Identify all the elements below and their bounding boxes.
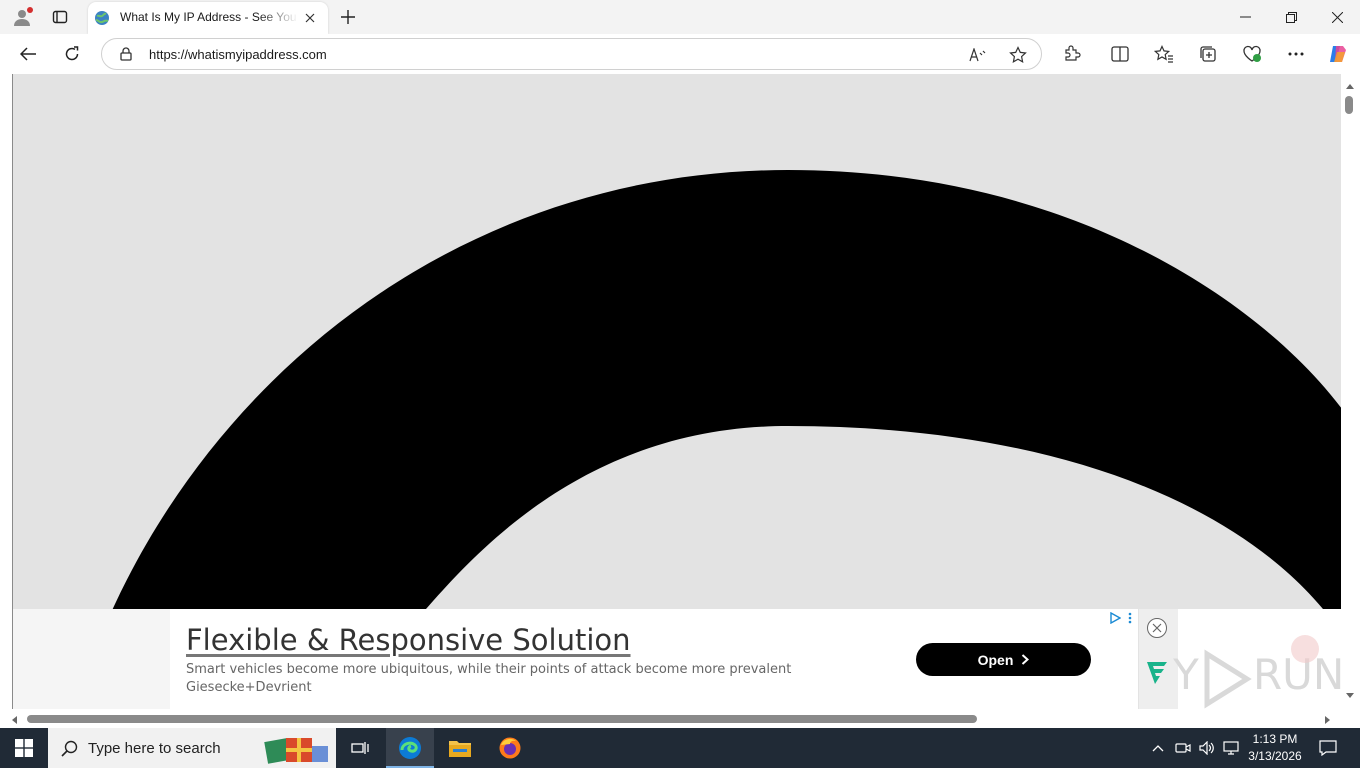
scroll-down-arrow-icon[interactable]	[1345, 692, 1355, 700]
address-bar[interactable]: https://whatismyipaddress.com	[101, 38, 1042, 70]
ad-banner[interactable]: Flexible & Responsive Solution Smart veh…	[170, 609, 1138, 709]
vertical-scrollbar[interactable]	[1341, 74, 1360, 709]
ad-open-button[interactable]: Open	[916, 643, 1091, 676]
minimize-button[interactable]	[1230, 5, 1260, 29]
file-explorer-icon[interactable]	[446, 736, 474, 760]
firefox-icon[interactable]	[496, 736, 524, 760]
taskbar-search-box[interactable]: Type here to search	[48, 728, 336, 768]
tab-actions-icon[interactable]	[48, 5, 72, 29]
new-tab-button[interactable]	[336, 5, 360, 29]
browser-essentials-icon[interactable]	[1240, 42, 1264, 66]
windows-taskbar: Type here to search 1:13 PM 3/13/2026	[0, 728, 1360, 768]
read-aloud-icon[interactable]	[968, 45, 988, 65]
horizontal-scroll-thumb[interactable]	[27, 715, 977, 723]
ad-close-icon[interactable]	[1146, 617, 1168, 639]
search-placeholder[interactable]: Type here to search	[88, 740, 221, 757]
search-highlight-gifts-icon[interactable]	[262, 732, 332, 764]
copilot-icon[interactable]	[1326, 42, 1350, 66]
lock-icon[interactable]	[118, 46, 134, 62]
favorite-star-icon[interactable]	[1008, 45, 1028, 65]
tab-active[interactable]: What Is My IP Address - See Your	[88, 2, 328, 34]
close-window-button[interactable]	[1322, 5, 1352, 29]
notifications-icon[interactable]	[1316, 738, 1340, 758]
more-menu-icon[interactable]	[1284, 42, 1308, 66]
scroll-left-arrow-icon[interactable]	[10, 715, 18, 725]
ad-options-icon[interactable]	[1124, 612, 1136, 624]
split-screen-icon[interactable]	[1108, 42, 1132, 66]
show-hidden-icons-chevron-icon[interactable]	[1150, 740, 1166, 756]
extensions-icon[interactable]	[1060, 42, 1084, 66]
task-view-icon[interactable]	[344, 736, 376, 760]
globe-icon	[94, 10, 110, 26]
page-viewport: ANY RUN Flexible & Responsive Solution S…	[0, 74, 1360, 728]
profile-icon[interactable]	[10, 5, 34, 29]
meet-now-icon[interactable]	[1174, 740, 1192, 756]
favorites-icon[interactable]	[1152, 42, 1176, 66]
url-text[interactable]: https://whatismyipaddress.com	[149, 47, 327, 62]
close-tab-icon[interactable]	[302, 10, 318, 26]
watermark-text: ANY	[1173, 650, 1199, 699]
clock-time[interactable]: 1:13 PM	[1246, 732, 1304, 746]
vertical-scroll-thumb[interactable]	[1345, 96, 1353, 114]
anyrun-watermark-icon: ANY RUN	[1173, 635, 1341, 709]
navigation-toolbar: https://whatismyipaddress.com	[0, 34, 1360, 74]
refresh-icon[interactable]	[60, 42, 84, 66]
chevron-right-icon	[1022, 654, 1030, 665]
search-icon	[60, 739, 78, 757]
windows-start-icon[interactable]	[0, 728, 48, 768]
ad-title[interactable]: Flexible & Responsive Solution	[186, 623, 631, 657]
scroll-right-arrow-icon[interactable]	[1324, 715, 1332, 725]
back-icon[interactable]	[16, 42, 40, 66]
clock-date[interactable]: 3/13/2026	[1246, 749, 1304, 763]
scroll-up-arrow-icon[interactable]	[1345, 82, 1355, 90]
collections-icon[interactable]	[1196, 42, 1220, 66]
ad-description[interactable]: Smart vehicles become more ubiquitous, w…	[186, 662, 791, 677]
ad-open-label: Open	[977, 651, 1014, 668]
title-bar: What Is My IP Address - See Your	[0, 0, 1360, 34]
ad-brand[interactable]: Giesecke+Devrient	[186, 680, 312, 695]
horizontal-scrollbar[interactable]	[0, 709, 1341, 728]
volume-icon[interactable]	[1198, 740, 1216, 756]
taskbar-edge-button[interactable]	[386, 728, 434, 768]
adchoices-icon[interactable]	[1108, 612, 1122, 624]
network-icon[interactable]	[1222, 740, 1240, 756]
restore-button[interactable]	[1276, 5, 1306, 29]
edge-icon	[398, 736, 422, 760]
freestar-logo-icon	[1144, 660, 1170, 686]
